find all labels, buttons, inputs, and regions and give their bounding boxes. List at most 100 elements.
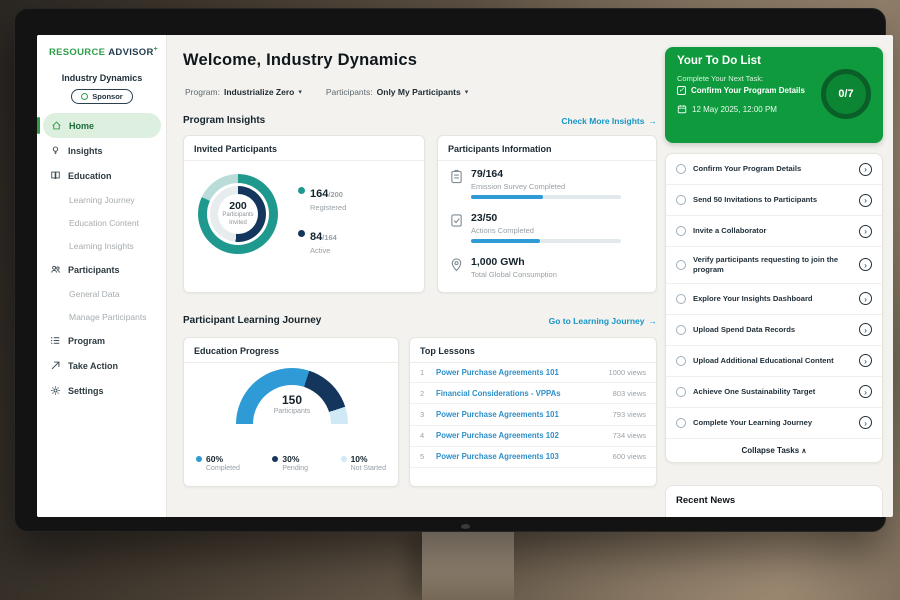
task-checkbox-icon[interactable] [676,164,686,174]
task-checkbox-icon[interactable] [676,260,686,270]
todo-next-task[interactable]: ✓ Confirm Your Program Details [677,86,805,95]
go-to-learning-journey-link[interactable]: Go to Learning Journey → [549,316,657,326]
logo-plus: + [154,46,158,53]
participants-dropdown-label: Participants: [326,87,373,97]
lesson-row: 3 Power Purchase Agreements 101 793 view… [410,404,656,425]
sidebar-item-learning-journey[interactable]: Learning Journey [37,188,167,211]
chevron-glyph: › [864,356,867,366]
program-dropdown-value: Industrialize Zero [224,87,294,97]
collapse-label: Collapse Tasks [741,446,799,455]
todo-task-row[interactable]: Confirm Your Program Details › [666,154,882,185]
todo-task-row[interactable]: Send 50 Invitations to Participants › [666,185,882,216]
legend-item-active: 84/164 Active [298,227,346,255]
sponsor-badge: Sponsor [71,89,132,104]
collapse-tasks-button[interactable]: Collapse Tasks ∧ [666,439,882,462]
stat-value: 79/164 [471,168,621,180]
chevron-right-icon[interactable]: › [859,163,872,176]
next-task-label: Confirm Your Program Details [691,86,805,95]
program-dropdown[interactable]: Program: Industrialize Zero ▾ [185,87,302,97]
lesson-link[interactable]: Power Purchase Agreements 103 [436,452,605,461]
todo-task-row[interactable]: Upload Spend Data Records › [666,315,882,346]
sidebar-item-education-content[interactable]: Education Content [37,211,167,234]
participants-dropdown[interactable]: Participants: Only My Participants ▾ [326,87,468,97]
chevron-right-icon[interactable]: › [859,258,872,271]
task-checkbox-icon[interactable] [676,387,686,397]
progress-bar-fill [471,195,543,199]
sidebar-item-participants[interactable]: Participants [37,257,167,282]
sidebar-item-education[interactable]: Education [37,163,167,188]
check-more-insights-link[interactable]: Check More Insights → [561,116,657,126]
todo-task-row[interactable]: Achieve One Sustainability Target › [666,377,882,408]
task-checkbox-icon[interactable] [676,418,686,428]
education-progress-gauge-chart: 150 Participants [236,368,348,424]
task-checkbox-icon[interactable] [676,325,686,335]
chevron-right-icon[interactable]: › [859,225,872,238]
sidebar-item-label: Education Content [69,218,139,228]
todo-task-row[interactable]: Explore Your Insights Dashboard › [666,284,882,315]
sidebar-item-label: Insights [68,146,103,156]
legend-value: 84 [310,231,322,243]
sidebar-item-learning-insights[interactable]: Learning Insights [37,234,167,257]
legend-item-registered: 164/200 Registered [298,184,346,212]
legend-dot-active [298,230,305,237]
todo-task-row[interactable]: Invite a Collaborator › [666,216,882,247]
sidebar-item-program[interactable]: Program [37,328,167,353]
task-label: Confirm Your Program Details [693,164,852,174]
task-checkbox-icon[interactable] [676,356,686,366]
lesson-link[interactable]: Power Purchase Agreements 102 [436,431,605,440]
legend-total: /200 [328,190,343,199]
organization-name: Industry Dynamics [37,73,167,83]
sidebar-item-manage-participants[interactable]: Manage Participants [37,305,167,328]
stat-content: 79/164 Emission Survey Completed [471,168,621,199]
chevron-right-icon[interactable]: › [859,416,872,429]
collapse-caret-icon: ∧ [801,448,806,455]
chevron-right-icon[interactable]: › [859,323,872,336]
task-checkbox-icon[interactable] [676,294,686,304]
logo-text-primary: RESOURCE [49,47,105,58]
filters-bar: Program: Industrialize Zero ▾ Participan… [185,87,468,97]
task-label: Upload Spend Data Records [693,325,852,335]
legend-label: Completed [206,465,240,472]
calendar-icon [677,104,687,114]
chevron-glyph: › [864,226,867,236]
legend-percent: 60% [206,454,240,464]
legend-total: /164 [322,233,337,242]
todo-task-row[interactable]: Upload Additional Educational Content › [666,346,882,377]
lesson-row: 2 Financial Considerations - VPPAs 803 v… [410,383,656,404]
lesson-rank: 2 [420,389,428,398]
todo-subtitle: Complete Your Next Task: [677,74,763,83]
todo-task-row[interactable]: Verify participants requesting to join t… [666,247,882,284]
todo-task-list-card: Confirm Your Program Details › Send 50 I… [665,153,883,463]
todo-title: Your To Do List [677,55,761,67]
task-label: Explore Your Insights Dashboard [693,294,852,304]
task-checkbox-icon[interactable] [676,195,686,205]
recent-news-title: Recent News [676,495,872,506]
sidebar-item-general-data[interactable]: General Data [37,282,167,305]
sidebar-item-settings[interactable]: Settings [37,378,167,403]
arrow-right-icon: → [649,116,658,126]
todo-task-row[interactable]: Complete Your Learning Journey › [666,408,882,439]
lesson-link[interactable]: Power Purchase Agreements 101 [436,368,600,377]
lesson-views: 600 views [613,452,646,461]
chevron-right-icon[interactable]: › [859,194,872,207]
lesson-link[interactable]: Power Purchase Agreements 101 [436,410,605,419]
legend-item-completed: 60% Completed [196,454,240,472]
gauge-center-value: 150 [236,393,348,407]
lesson-link[interactable]: Financial Considerations - VPPAs [436,389,605,398]
chevron-right-icon[interactable]: › [859,385,872,398]
stat-row-consumption: 1,000 GWh Total Global Consumption [450,256,557,283]
program-dropdown-label: Program: [185,87,220,97]
photo-background: RESOURCEADVISOR+ Industry Dynamics Spons… [0,0,900,600]
legend-label: Registered [310,203,346,212]
checkbox-icon: ✓ [677,86,686,95]
sidebar-item-home[interactable]: Home [43,113,161,138]
chevron-right-icon[interactable]: › [859,354,872,367]
task-checkbox-icon[interactable] [676,226,686,236]
chevron-right-icon[interactable]: › [859,292,872,305]
stat-content: 23/50 Actions Completed [471,212,621,243]
sidebar-item-label: Participants [68,265,120,275]
sidebar-item-take-action[interactable]: Take Action [37,353,167,378]
chevron-glyph: › [864,294,867,304]
lesson-rank: 3 [420,410,428,419]
sidebar-item-insights[interactable]: Insights [37,138,167,163]
